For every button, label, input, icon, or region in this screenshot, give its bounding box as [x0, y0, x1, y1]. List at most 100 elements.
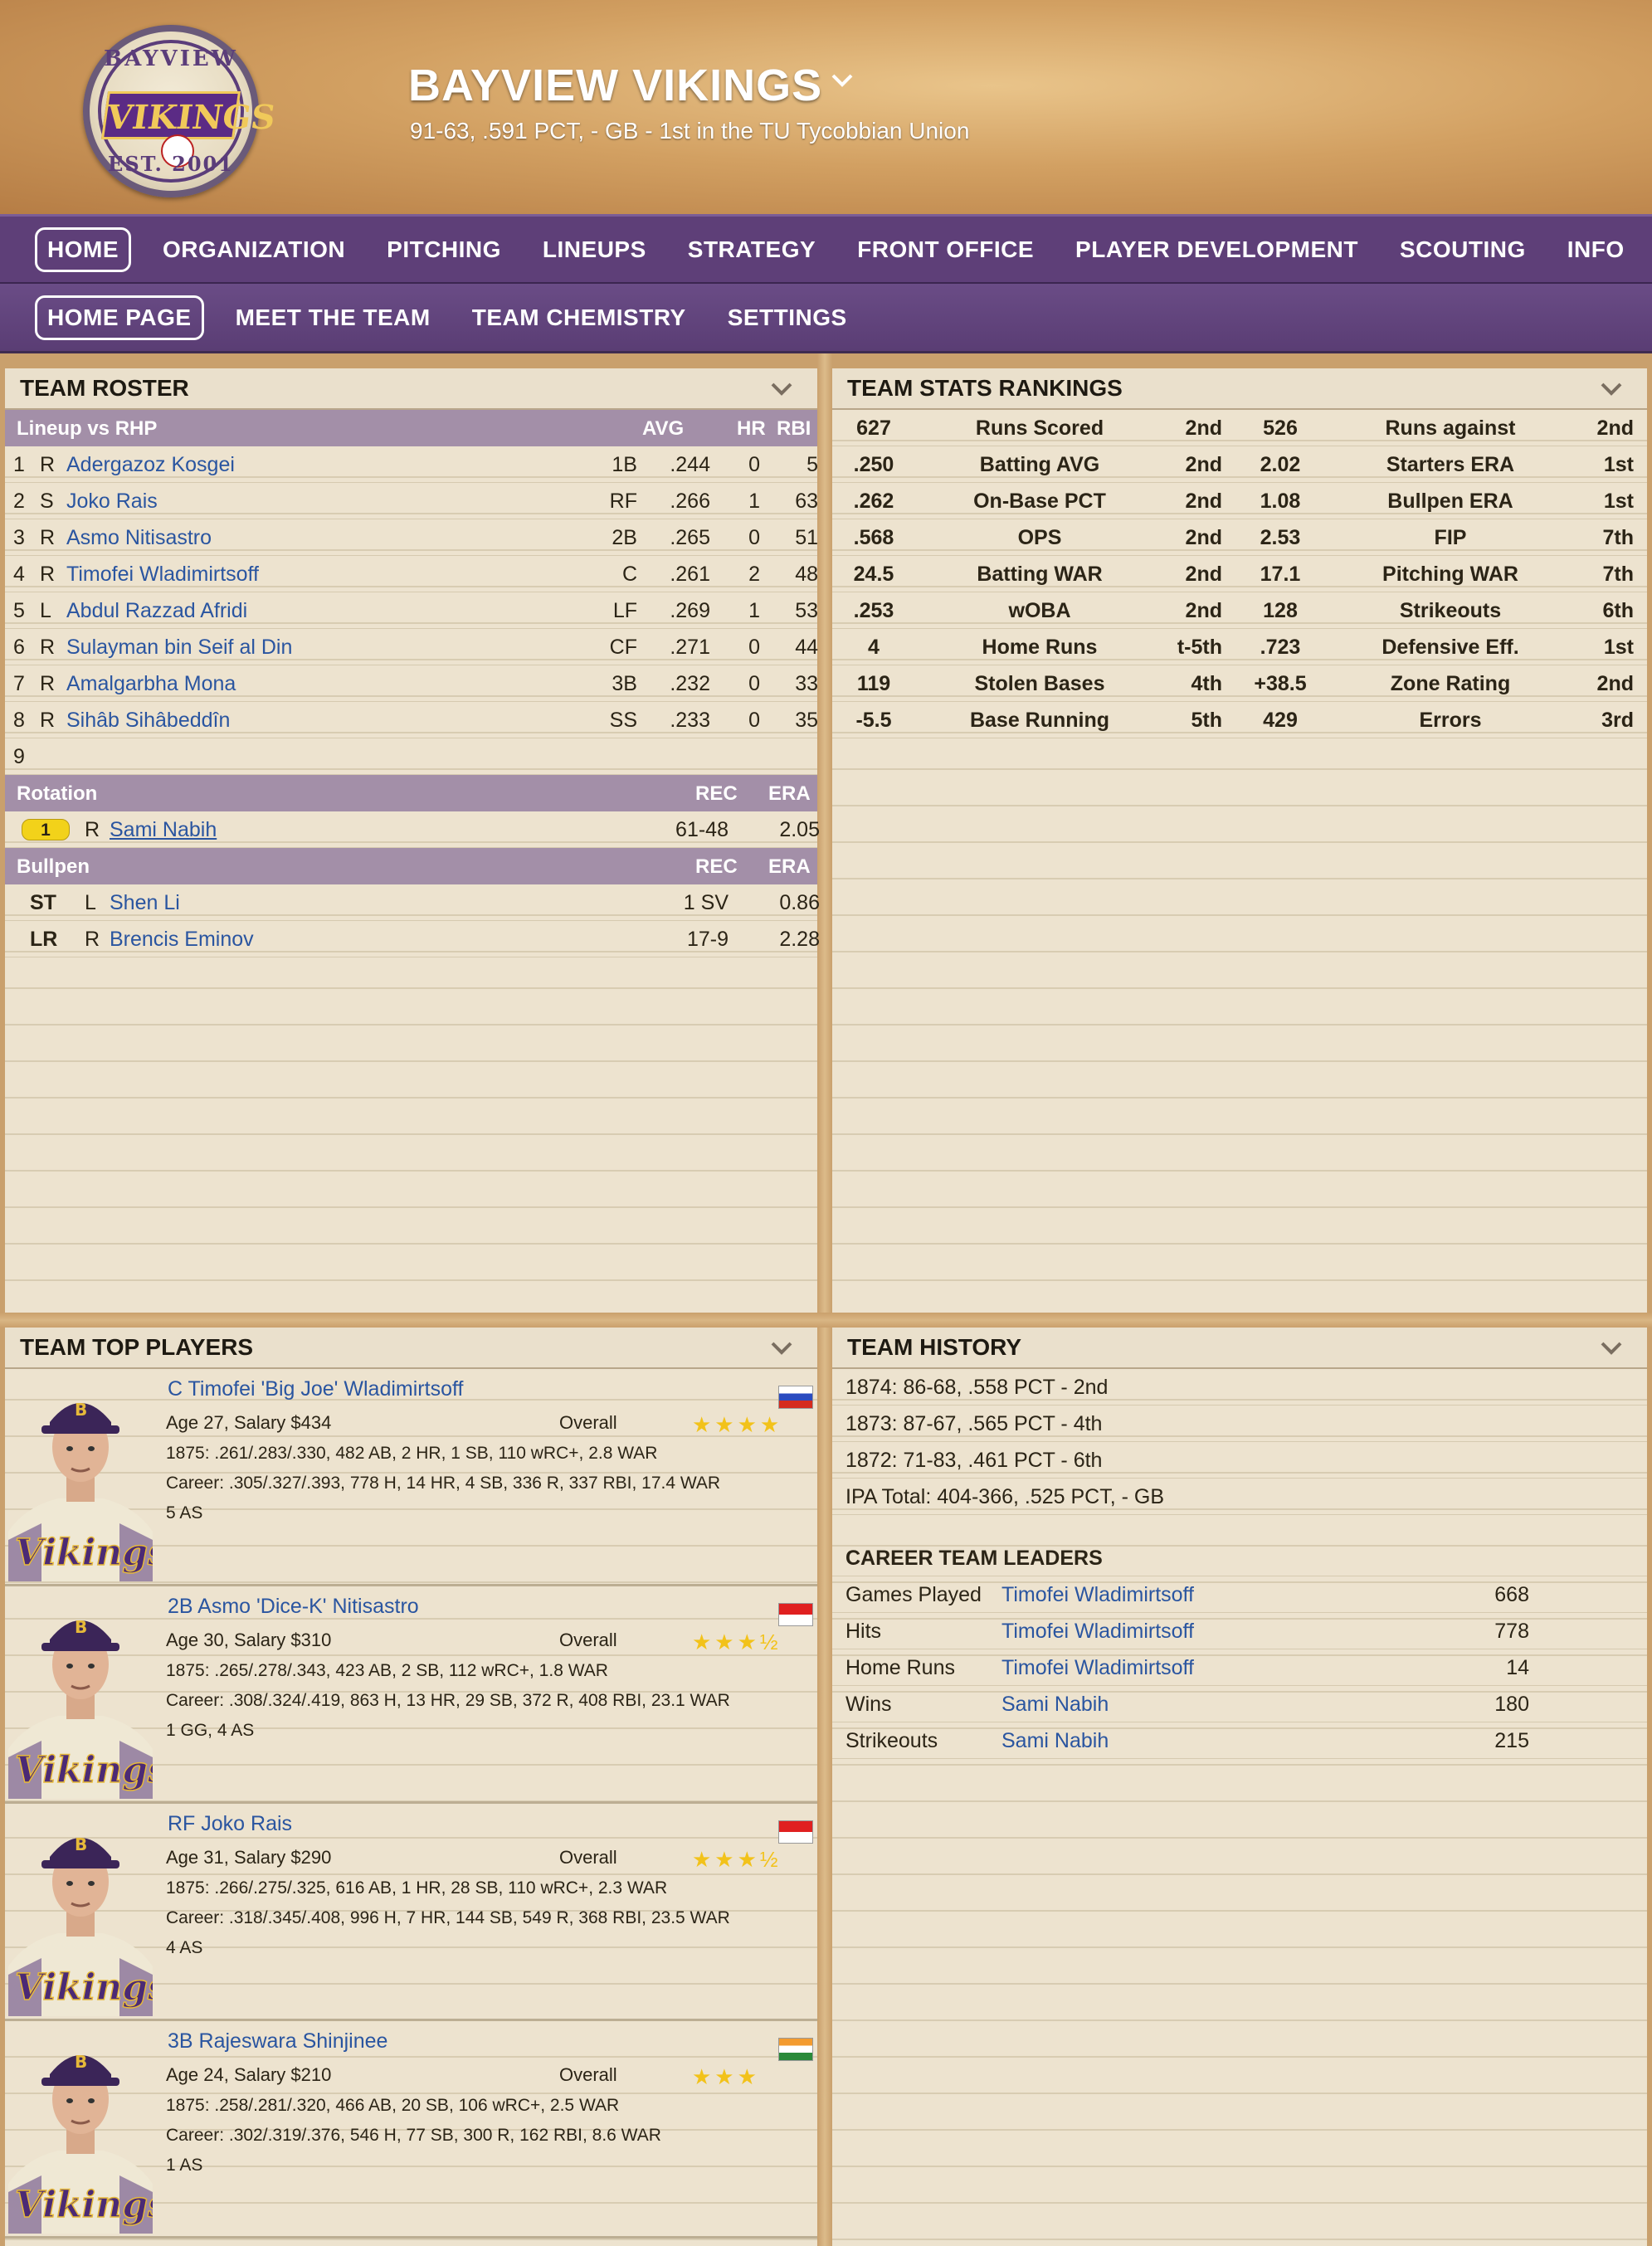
- team-roster-panel: TEAM ROSTER Lineup vs RHP AVG HR RBI 1RA…: [5, 368, 820, 1313]
- subnav-settings[interactable]: SETTINGS: [718, 296, 857, 339]
- logo-word: VIKINGS: [100, 91, 278, 139]
- player-name-link[interactable]: RF Joko Rais: [168, 1812, 292, 1836]
- player-name-link[interactable]: 2B Asmo 'Dice-K' Nitisastro: [168, 1595, 419, 1619]
- nav-strategy[interactable]: STRATEGY: [678, 228, 826, 271]
- lineup-row: 8 R Sihâb Sihâbeddîn SS .233 0 35: [5, 702, 818, 738]
- russia-flag-icon: [778, 1386, 813, 1409]
- batting-avg: .265: [670, 526, 710, 549]
- player-link[interactable]: Amalgarbha Mona: [66, 672, 236, 696]
- stat-rank: 1st: [1603, 490, 1634, 513]
- player-link[interactable]: Asmo Nitisastro: [66, 526, 212, 550]
- team-top-players-panel: TEAM TOP PLAYERS Vikings B C Timofei 'Big …: [5, 1328, 817, 2246]
- player-link[interactable]: Sihâb Sihâbeddîn: [66, 709, 230, 733]
- rating-stars: ★★★½: [692, 1847, 782, 1872]
- awards: 4 AS: [166, 1938, 203, 1957]
- batting-avg: .233: [670, 709, 710, 732]
- leaders-title: CAREER TEAM LEADERS: [845, 1547, 1103, 1570]
- player-name-link[interactable]: C Timofei 'Big Joe' Wladimirtsoff: [168, 1377, 463, 1401]
- nav-player-development[interactable]: PLAYER DEVELOPMENT: [1065, 228, 1368, 271]
- lineup-list: 1 R Adergazoz Kosgei 1B .244 0 5 2 S Joko Rais RF.…: [5, 446, 818, 775]
- player-link[interactable]: Sami Nabih: [1001, 1729, 1109, 1753]
- stat-rank: 7th: [1602, 563, 1635, 586]
- player-link[interactable]: Timofei Wladimirtsoff: [66, 563, 259, 587]
- season-line: 1875: .258/.281/.320, 466 AB, 20 SB, 106…: [166, 2096, 620, 2115]
- player-link[interactable]: Shen Li: [110, 891, 180, 915]
- stat-name: Base Running: [969, 709, 1110, 732]
- chevron-down-icon[interactable]: [769, 1339, 794, 1357]
- svg-text:B: B: [75, 2052, 87, 2072]
- nav-front-office[interactable]: FRONT OFFICE: [847, 228, 1044, 271]
- player-portrait: Vikings B: [8, 1591, 153, 1799]
- bullpen-row: LR R Brencis Eminov 17-9 2.28: [5, 921, 820, 957]
- player-link[interactable]: Abdul Razzad Afridi: [66, 599, 247, 623]
- team-history-panel: TEAM HISTORY 1874: 86-68, .558 PCT - 2nd…: [832, 1328, 1647, 2246]
- lineup-slot: 7: [13, 672, 25, 695]
- stat-name: Runs against: [1385, 417, 1516, 440]
- logo-bottom-text: EST. 2001: [108, 152, 234, 176]
- player-link[interactable]: Timofei Wladimirtsoff: [1001, 1620, 1194, 1644]
- home-runs: 1: [748, 599, 760, 622]
- stat-name: FIP: [1434, 526, 1467, 549]
- rating-stars: ★★★½: [692, 1630, 782, 1654]
- season-line: 1875: .266/.275/.325, 616 AB, 1 HR, 28 S…: [166, 1878, 668, 1898]
- player-link[interactable]: Sami Nabih: [1001, 1693, 1109, 1717]
- leader-category: Games Played: [845, 1583, 982, 1606]
- nav-organization[interactable]: ORGANIZATION: [153, 228, 355, 271]
- era-header: ERA: [768, 855, 811, 878]
- player-link[interactable]: Adergazoz Kosgei: [66, 453, 235, 477]
- batting-avg: .232: [670, 672, 710, 695]
- header: BAYVIEW VIKINGS EST. 2001 BAYVIEW VIKING…: [0, 0, 1652, 214]
- ranking-row: .250 Batting AVG 2nd 2.02 Starters ERA 1st: [832, 446, 1647, 483]
- stat-name: Batting WAR: [977, 563, 1103, 586]
- lineup-slot: 6: [13, 636, 25, 659]
- team-logo: BAYVIEW VIKINGS EST. 2001: [83, 25, 278, 197]
- column-divider: [817, 353, 832, 2246]
- india-flag-icon: [778, 2038, 813, 2061]
- season-row: 1872: 71-83, .461 PCT - 6th: [832, 1442, 1647, 1479]
- rbi: 5: [807, 453, 818, 476]
- player-card: Vikings B RF Joko Rais Age 31, Salary $290 O…: [5, 1804, 817, 2021]
- home-runs: 0: [748, 526, 760, 549]
- chevron-down-icon[interactable]: [1599, 380, 1624, 398]
- age-salary: Age 31, Salary $290: [166, 1847, 332, 1868]
- ranking-row: 119 Stolen Bases 4th +38.5 Zone Rating 2nd: [832, 665, 1647, 702]
- subnav-team-chemistry[interactable]: TEAM CHEMISTRY: [462, 296, 696, 339]
- rating-stars: ★★★: [692, 2064, 760, 2089]
- panel-header: TEAM HISTORY: [832, 1328, 1647, 1369]
- team-record: 91-63, .591 PCT, - GB - 1st in the TU Ty…: [410, 118, 970, 144]
- stat-name: Starters ERA: [1386, 453, 1515, 476]
- season-row: 1874: 86-68, .558 PCT - 2nd: [832, 1369, 1647, 1406]
- leader-value: 14: [1506, 1656, 1529, 1679]
- stat-value: .262: [853, 490, 894, 513]
- bats-hand: R: [40, 672, 56, 695]
- chevron-down-icon[interactable]: [828, 66, 856, 95]
- subnav-meet-the-team[interactable]: MEET THE TEAM: [226, 296, 441, 339]
- player-name-link[interactable]: 3B Rajeswara Shinjinee: [168, 2029, 387, 2054]
- indonesia-flag-icon: [778, 1603, 813, 1626]
- subnav-home-page[interactable]: HOME PAGE: [35, 295, 204, 340]
- stat-name: Pitching WAR: [1382, 563, 1518, 586]
- season-text: 1874: 86-68, .558 PCT - 2nd: [845, 1376, 1109, 1399]
- player-link[interactable]: Timofei Wladimirtsoff: [1001, 1583, 1194, 1607]
- team-name[interactable]: BAYVIEW VIKINGS: [408, 60, 822, 111]
- nav-lineups[interactable]: LINEUPS: [533, 228, 656, 271]
- stat-rank: 4th: [1191, 672, 1223, 695]
- bats-hand: R: [40, 526, 56, 549]
- stat-rank: 3rd: [1601, 709, 1634, 732]
- leader-category: Home Runs: [845, 1656, 955, 1679]
- position: 1B: [612, 453, 637, 476]
- player-link[interactable]: Brencis Eminov: [110, 928, 254, 952]
- chevron-down-icon[interactable]: [1599, 1339, 1624, 1357]
- nav-home[interactable]: HOME: [35, 227, 131, 272]
- nav-info[interactable]: INFO: [1557, 228, 1635, 271]
- career-line: Career: .318/.345/.408, 996 H, 7 HR, 144…: [166, 1908, 730, 1927]
- nav-scouting[interactable]: SCOUTING: [1390, 228, 1536, 271]
- top-players-list: Vikings B C Timofei 'Big Joe' Wladimirtsof…: [5, 1369, 817, 2239]
- nav-pitching[interactable]: PITCHING: [377, 228, 511, 271]
- batting-avg: .261: [670, 563, 710, 586]
- player-link[interactable]: Sulayman bin Seif al Din: [66, 636, 292, 660]
- player-link[interactable]: Joko Rais: [66, 490, 158, 514]
- chevron-down-icon[interactable]: [769, 380, 794, 398]
- player-link[interactable]: Timofei Wladimirtsoff: [1001, 1656, 1194, 1680]
- player-link[interactable]: Sami Nabih: [110, 818, 217, 842]
